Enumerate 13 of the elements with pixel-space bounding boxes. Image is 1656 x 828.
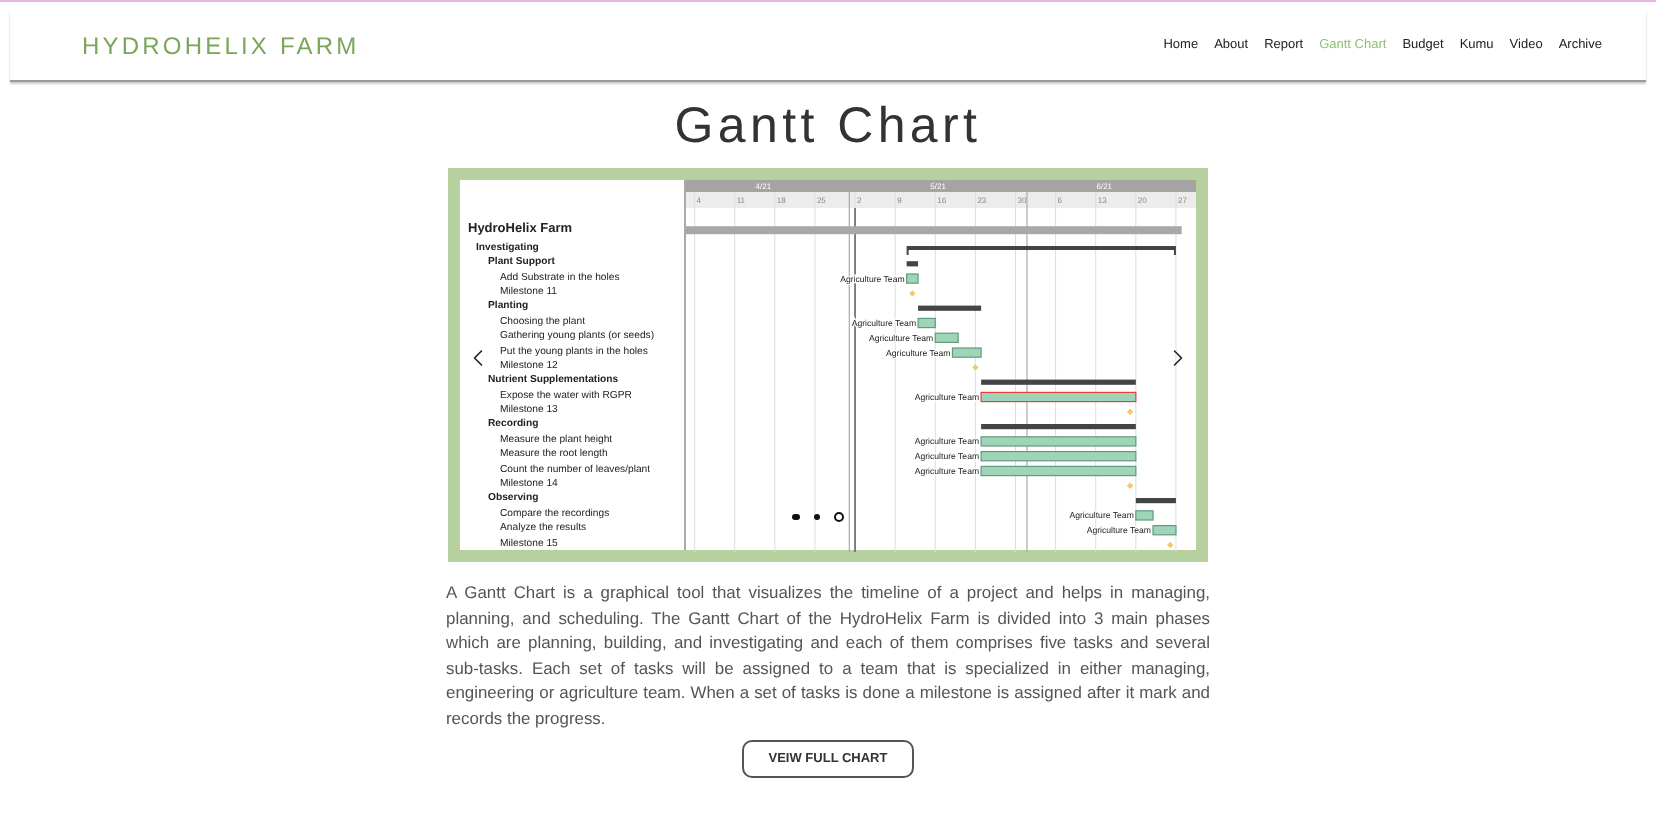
group-bar xyxy=(918,305,982,311)
milestone-marker xyxy=(972,364,979,371)
milestone-marker xyxy=(1126,482,1134,489)
slide-dot[interactable] xyxy=(792,513,799,521)
page-title: Gantt Chart xyxy=(674,98,982,156)
slide-dot[interactable] xyxy=(813,513,820,521)
milestone-marker xyxy=(909,290,916,297)
description-text: A Gantt Chart is a graphical tool that visualizes the timeline of a project and helps in managing, planning, and scheduling. The Gantt Chart of the HydroHelix Farm is divided into 3 main phases which are planning, building, and investigating and each of them comprises five tasks and several sub-tasks. Each set of tasks will be assigned to a team that is specialized in either managing, engineering or agriculture team. When a set of tasks is done a milestone is assigned after it mark and records the progress. xyxy=(446,580,1210,732)
milestone-marker xyxy=(1167,541,1174,549)
group-bar xyxy=(1135,498,1176,504)
slide-dot[interactable] xyxy=(834,512,844,522)
group-bar xyxy=(906,261,919,267)
milestone-marker xyxy=(1126,408,1134,415)
